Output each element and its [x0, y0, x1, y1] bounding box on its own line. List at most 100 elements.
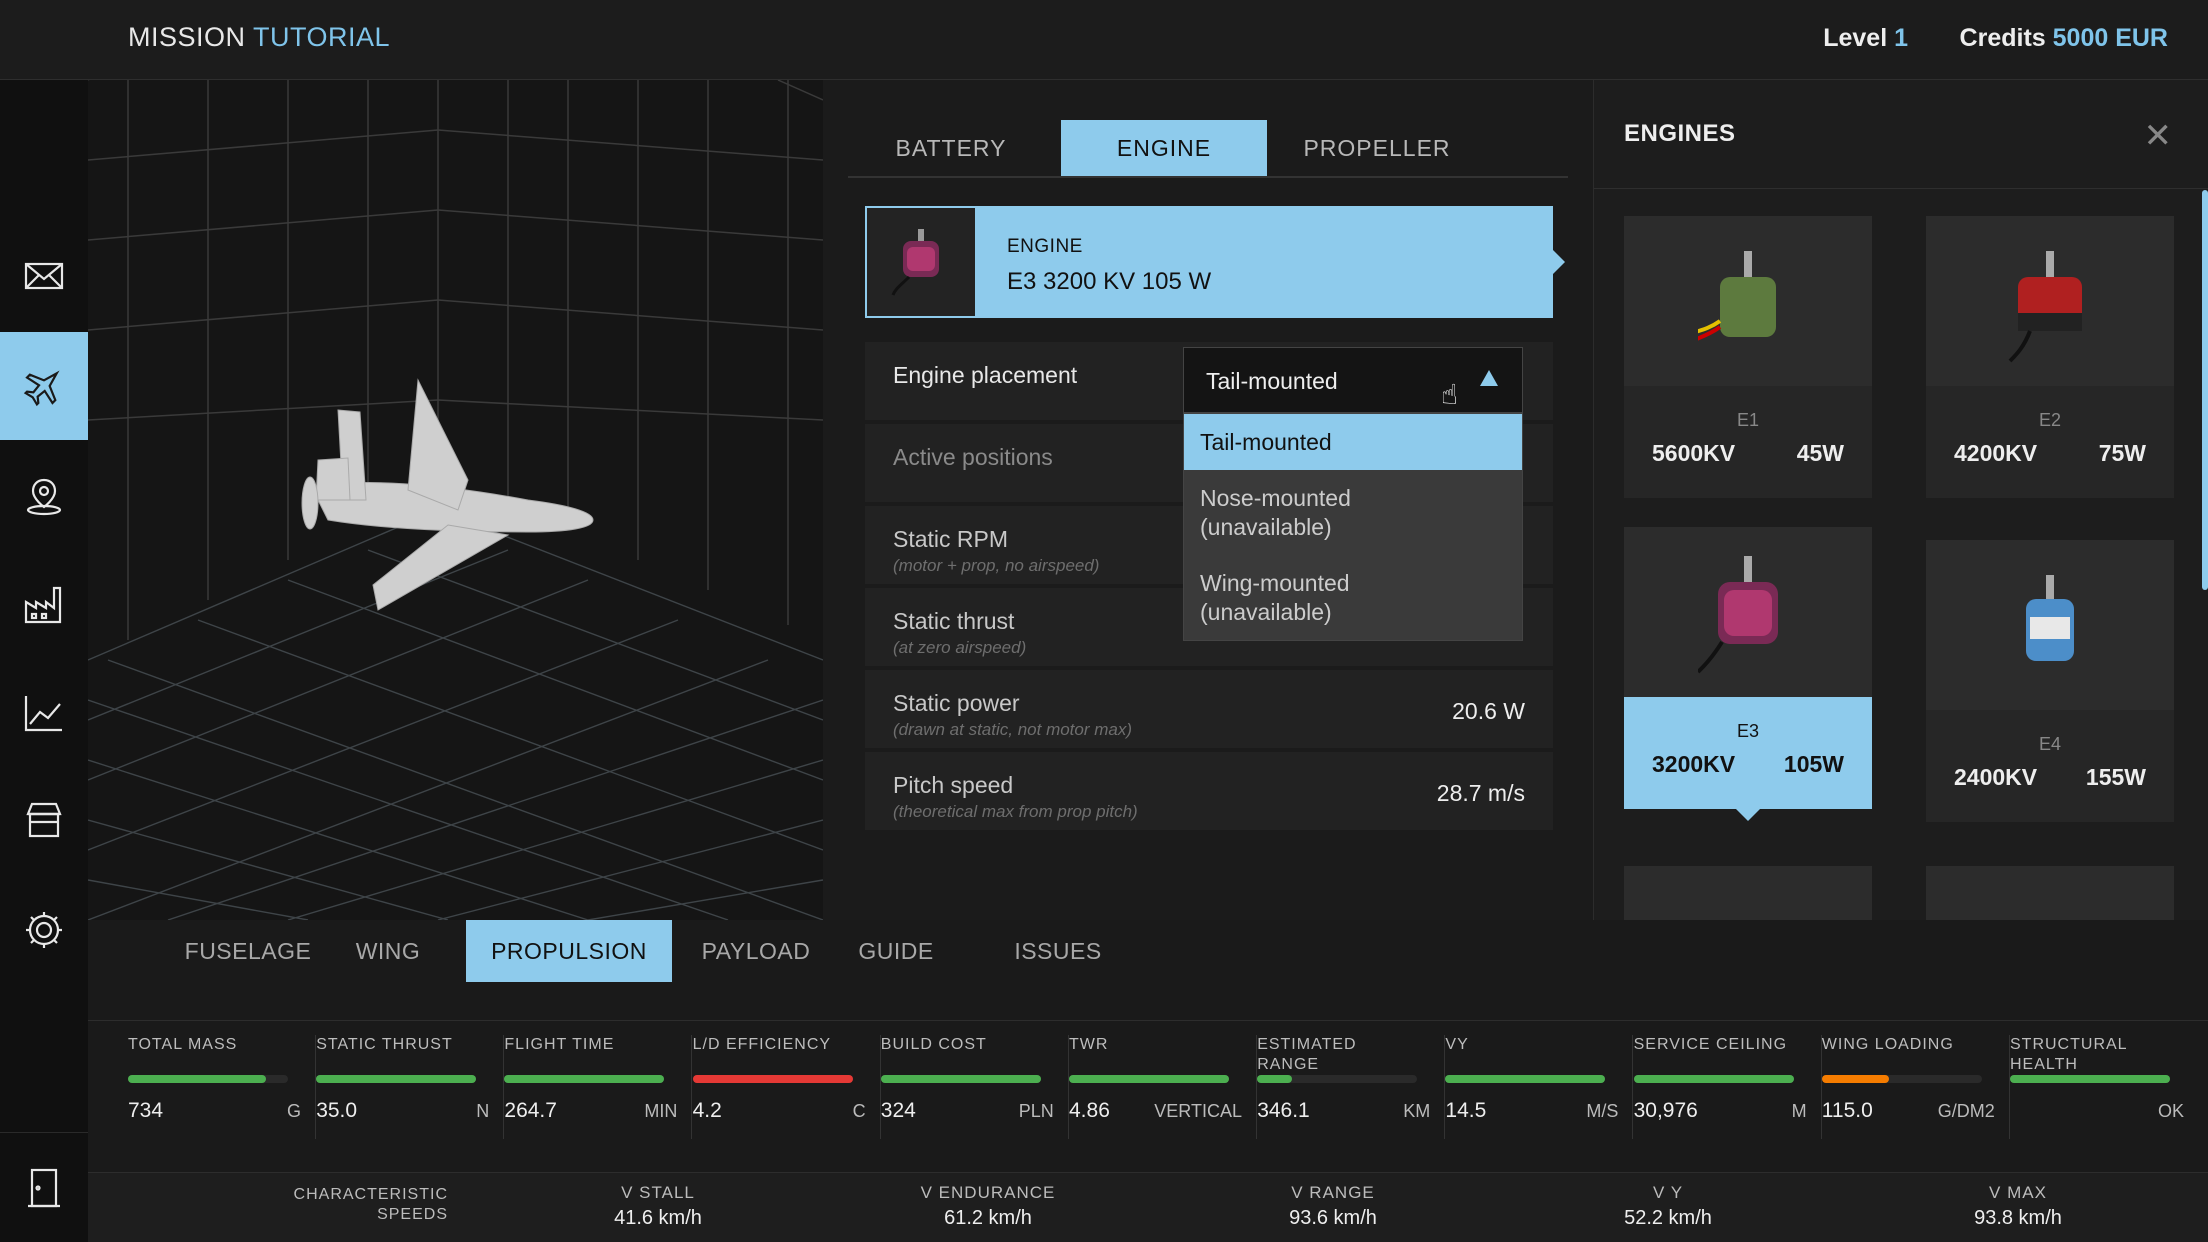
close-icon[interactable]: ✕	[2144, 116, 2173, 156]
engine-image	[1624, 527, 1872, 697]
metric-label: STRUCTURAL HEALTH	[2010, 1036, 2128, 1073]
row-label: Engine placement	[893, 362, 1078, 388]
tab-issues[interactable]: ISSUES	[1002, 920, 1114, 982]
metric-value: 346.1	[1257, 1099, 1310, 1122]
engine-code: E4	[2038, 734, 2062, 754]
metric-bar-fill	[1069, 1075, 1229, 1083]
metric-label: ESTIMATED RANGE	[1257, 1036, 1357, 1073]
door-exit-icon	[28, 1168, 60, 1207]
metric-bar-fill	[2010, 1075, 2170, 1083]
engine-tile-partial[interactable]	[1926, 866, 2174, 920]
speed-label: V STALL	[621, 1183, 695, 1202]
engine-watts: 75W	[2098, 440, 2146, 466]
engine-placement-options: Tail-mounted Nose-mounted (unavailable) …	[1183, 413, 1523, 641]
speed-label: V MAX	[1989, 1183, 2047, 1202]
metric-value: 115.0	[1821, 1099, 1873, 1122]
metric-label: FLIGHT TIME	[504, 1036, 615, 1053]
speed-v-range: V RANGE 93.6 km/h	[1233, 1183, 1433, 1230]
metric-bar-fill	[316, 1075, 477, 1083]
title-accent: TUTORIAL	[253, 22, 391, 52]
engine-kv: 2400KV	[1954, 764, 2038, 790]
engine-tile-partial[interactable]	[1624, 866, 1872, 920]
row-label: Static RPM	[893, 526, 1009, 552]
row-sublabel: (drawn at static, not motor max)	[893, 720, 1133, 739]
row-label: Active positions	[893, 444, 1053, 470]
option-nose-mounted[interactable]: Nose-mounted (unavailable)	[1184, 484, 1522, 542]
speed-value: 41.6 km/h	[614, 1207, 702, 1229]
engine-tile-e4[interactable]: E4 2400KV 155W	[1926, 540, 2174, 822]
metric-bar	[1069, 1075, 1229, 1083]
sidebar-item-settings[interactable]	[0, 876, 88, 984]
speed-v-y: V Y 52.2 km/h	[1568, 1183, 1768, 1230]
metric-unit: M/S	[1586, 1101, 1619, 1121]
sidebar-item-aircraft[interactable]	[0, 332, 102, 440]
row-label: Pitch speed	[893, 772, 1014, 798]
speed-v-stall: V STALL 41.6 km/h	[558, 1183, 758, 1230]
metric-7: VY 14.5 M/S	[1445, 1035, 1634, 1139]
row-sublabel: (theoretical max from prop pitch)	[893, 802, 1138, 821]
tab-payload[interactable]: PAYLOAD	[696, 920, 816, 982]
speed-label: V Y	[1652, 1183, 1684, 1202]
tab-wing[interactable]: WING	[338, 920, 438, 982]
tab-engine[interactable]: ENGINE	[1061, 120, 1267, 176]
tab-battery[interactable]: BATTERY	[848, 120, 1054, 176]
metric-4: BUILD COST 324 PLN	[880, 1035, 1069, 1139]
engines-panel: ENGINES ✕ E1 5600KV 45W E2 4200KV 75W E3…	[1593, 80, 2208, 920]
gear-icon	[26, 912, 62, 948]
metrics-strip: TOTAL MASS 734 G STATIC THRUST 35.0 N FLIGHT T…	[88, 1020, 2208, 1139]
sidebar-item-factory[interactable]	[0, 550, 88, 658]
engine-tile-e3[interactable]: E3 3200KV 105W	[1624, 527, 1872, 821]
metric-bar-fill	[1257, 1075, 1293, 1083]
metric-unit: OK	[2157, 1101, 2184, 1121]
metric-bar-fill	[880, 1075, 1041, 1083]
metric-value: 324	[880, 1099, 916, 1122]
metric-bar-fill	[1821, 1075, 1889, 1083]
tab-propulsion[interactable]: PROPULSION	[466, 920, 672, 982]
tab-guide[interactable]: GUIDE	[846, 920, 946, 982]
exit-button[interactable]	[0, 1132, 88, 1242]
scrollbar[interactable]	[2202, 190, 2208, 590]
motor-icon	[2026, 575, 2074, 661]
engine-kv: 4200KV	[1954, 440, 2038, 466]
metric-bar	[880, 1075, 1041, 1083]
sidebar-item-analytics[interactable]	[0, 658, 88, 766]
engine-card-label: ENGINE	[1007, 236, 1083, 257]
shop-icon	[26, 802, 62, 838]
engine-placement-select[interactable]: Tail-mounted	[1183, 347, 1523, 413]
option-tail-mounted[interactable]: Tail-mounted	[1184, 414, 1522, 470]
engine-tile-e1[interactable]: E1 5600KV 45W	[1624, 216, 1872, 498]
sidebar-item-location[interactable]	[0, 442, 88, 550]
grid-and-model	[88, 80, 823, 920]
mail-icon	[24, 262, 64, 290]
tab-propeller[interactable]: PROPELLER	[1274, 120, 1480, 176]
motor-icon	[891, 229, 939, 296]
sidebar-item-shop[interactable]	[0, 766, 88, 874]
metric-value: 264.7	[504, 1099, 557, 1122]
motor-icon	[1698, 556, 1778, 674]
row-sublabel: (at zero airspeed)	[893, 638, 1027, 657]
design-summary: FUSELAGE WING PROPULSION PAYLOAD GUIDE I…	[88, 920, 2208, 1242]
speeds-caption: CHARACTERISTIC SPEEDS	[293, 1186, 448, 1223]
aircraft-3d-viewport[interactable]	[88, 80, 823, 920]
engine-code: E1	[1736, 410, 1760, 430]
engine-code: E3	[1736, 721, 1760, 741]
engine-image	[1926, 540, 2174, 710]
level-indicator: Level 1	[1823, 24, 1908, 53]
option-wing-mounted[interactable]: Wing-mounted (unavailable)	[1184, 569, 1522, 627]
characteristic-speeds: CHARACTERISTIC SPEEDS V STALL 41.6 km/h V…	[88, 1172, 2208, 1242]
metric-label: TWR	[1069, 1036, 1109, 1053]
metric-bar-fill	[692, 1075, 853, 1083]
selected-engine-card[interactable]: ENGINE E3 3200 KV 105 W	[865, 206, 1565, 318]
engine-watts: 155W	[2085, 764, 2146, 790]
metric-value: 30,976	[1633, 1099, 1698, 1122]
metric-unit: VERTICAL	[1154, 1101, 1242, 1121]
engine-tile-e2[interactable]: E2 4200KV 75W	[1926, 216, 2174, 498]
metric-bar	[316, 1075, 477, 1083]
metric-label: STATIC THRUST	[316, 1036, 453, 1053]
sidebar-item-mail[interactable]	[0, 222, 88, 330]
metric-unit: G/DM2	[1937, 1101, 1995, 1121]
credits-indicator: Credits 5000 EUR	[1960, 24, 2168, 53]
tab-fuselage[interactable]: FUSELAGE	[178, 920, 318, 982]
row-static-power: Static power (drawn at static, not motor…	[865, 670, 1553, 748]
chart-line-icon	[24, 696, 62, 732]
